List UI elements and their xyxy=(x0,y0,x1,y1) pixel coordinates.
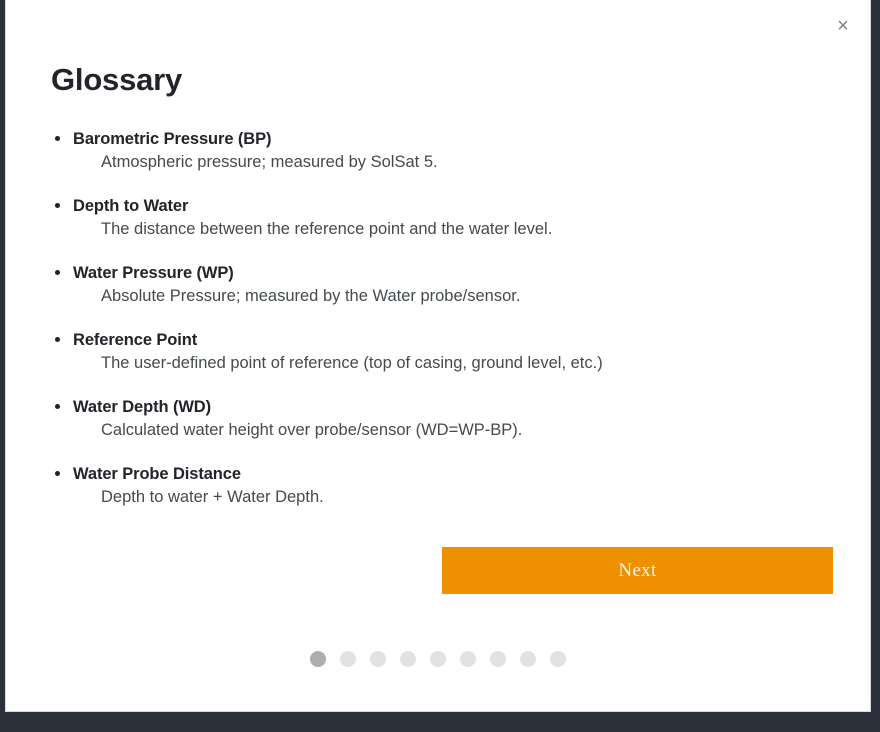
glossary-term: Barometric Pressure (BP) xyxy=(73,130,272,148)
pager-dot[interactable] xyxy=(520,651,536,667)
bullet-icon xyxy=(55,404,60,410)
pager-dot[interactable] xyxy=(460,651,476,667)
glossary-term: Reference Point xyxy=(73,331,198,350)
glossary-item: Water Depth (WD) Calculated water height … xyxy=(51,396,830,442)
pager-dot[interactable] xyxy=(430,651,446,667)
next-button[interactable]: Next xyxy=(442,547,833,594)
glossary-definition: Calculated water height over probe/senso… xyxy=(101,421,523,440)
pager-dot[interactable] xyxy=(490,651,506,667)
glossary-list: Barometric Pressure (BP) Atmospheric pres… xyxy=(51,128,830,509)
glossary-definition: Depth to water + Water Depth. xyxy=(101,488,324,507)
glossary-item: Depth to Water The distance between the r… xyxy=(51,195,830,241)
pager-dot[interactable] xyxy=(400,651,416,667)
bullet-icon xyxy=(55,337,60,343)
glossary-term: Water Pressure (WP) xyxy=(73,264,234,283)
glossary-item: Water Pressure (WP) Absolute Pressure; me… xyxy=(51,262,830,308)
glossary-item: Barometric Pressure (BP) Atmospheric pres… xyxy=(51,128,830,174)
glossary-term: Water Probe Distance xyxy=(73,465,241,484)
glossary-term: Water Depth (WD) xyxy=(73,398,212,417)
pager-dot[interactable] xyxy=(370,651,386,667)
pager-dot[interactable] xyxy=(310,651,326,667)
glossary-definition: The user-defined point of reference (top… xyxy=(101,354,603,373)
bullet-icon xyxy=(55,203,60,209)
modal-body: Glossary Barometric Pressure (BP) Atmosph… xyxy=(6,0,870,509)
page-title: Glossary xyxy=(51,62,183,97)
glossary-modal: × Glossary Barometric Pressure (BP) Atmos… xyxy=(5,0,871,712)
glossary-item: Water Probe Distance Depth to water + Wat… xyxy=(51,463,830,509)
glossary-item: Reference Point The user-defined point of… xyxy=(51,329,830,375)
pager-dot[interactable] xyxy=(550,651,566,667)
glossary-definition: Absolute Pressure; measured by the Water… xyxy=(101,287,521,306)
glossary-definition: Atmospheric pressure; measured by SolSat… xyxy=(101,153,438,172)
bullet-icon xyxy=(55,471,60,477)
glossary-definition: The distance between the reference point… xyxy=(101,220,553,239)
pager-dot[interactable] xyxy=(340,651,356,667)
bullet-icon xyxy=(55,270,60,276)
glossary-term: Depth to Water xyxy=(73,197,189,216)
pager-dots xyxy=(6,651,870,667)
close-icon[interactable]: × xyxy=(830,13,856,39)
bullet-icon xyxy=(55,136,60,141)
